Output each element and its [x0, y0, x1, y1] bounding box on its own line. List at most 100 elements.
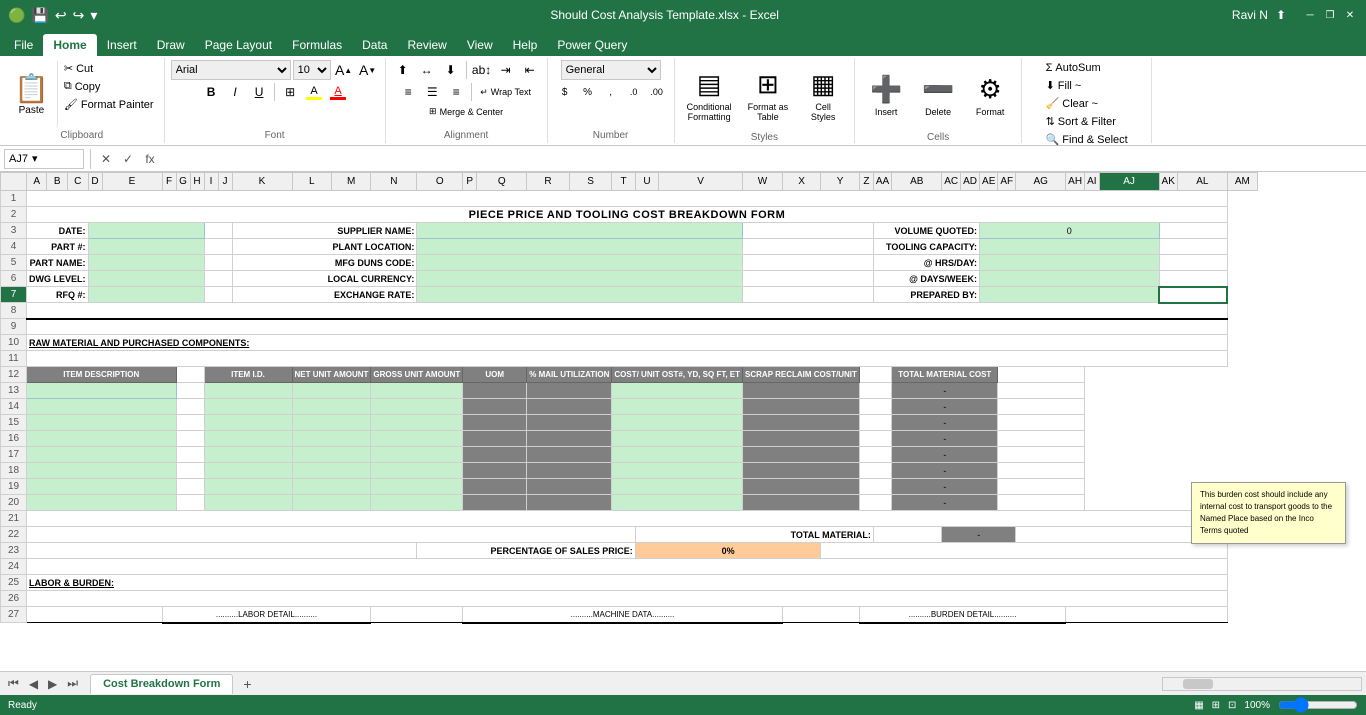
data-total-20[interactable]: -	[892, 495, 998, 511]
data-uom-15[interactable]	[463, 415, 527, 431]
undo-icon[interactable]: ↩	[55, 7, 67, 24]
increase-font-button[interactable]: A▲	[333, 60, 355, 80]
fill-button[interactable]: ⬇ Fill ~	[1042, 77, 1086, 94]
currency-input[interactable]	[417, 271, 743, 287]
tab-home[interactable]: Home	[43, 34, 96, 56]
data-scrap-13[interactable]	[743, 383, 860, 399]
align-middle-button[interactable]: ↔	[416, 60, 438, 80]
hrs-input[interactable]	[980, 255, 1159, 271]
name-box-dropdown-icon[interactable]: ▾	[32, 152, 38, 165]
data-gross-16[interactable]	[371, 431, 463, 447]
data-uom-19[interactable]	[463, 479, 527, 495]
data-total-15[interactable]: -	[892, 415, 998, 431]
decimal-increase-button[interactable]: .0	[623, 82, 645, 102]
data-total-17[interactable]: -	[892, 447, 998, 463]
data-total-14[interactable]: -	[892, 399, 998, 415]
selected-cell-aj7[interactable]	[1159, 287, 1227, 303]
align-right-button[interactable]: ≡	[445, 82, 467, 102]
align-left-button[interactable]: ≡	[397, 82, 419, 102]
name-box[interactable]: AJ7 ▾	[4, 149, 84, 169]
cell-r1[interactable]	[27, 191, 1228, 207]
tab-file[interactable]: File	[4, 34, 43, 56]
data-cost-15[interactable]	[612, 415, 743, 431]
customize-icon[interactable]: ▾	[90, 7, 97, 24]
data-cost-17[interactable]	[612, 447, 743, 463]
indent-increase-button[interactable]: ⇥	[495, 60, 517, 80]
number-format-select[interactable]: General	[561, 60, 661, 80]
data-gross-17[interactable]	[371, 447, 463, 463]
data-id-13[interactable]	[204, 383, 292, 399]
data-mail-20[interactable]	[527, 495, 612, 511]
data-mail-18[interactable]	[527, 463, 612, 479]
data-total-19[interactable]: -	[892, 479, 998, 495]
insert-function-icon[interactable]: fx	[141, 150, 159, 168]
text-direction-button[interactable]: ab↕	[471, 60, 493, 80]
data-mail-16[interactable]	[527, 431, 612, 447]
paste-button[interactable]: 📋 Paste	[6, 60, 58, 128]
data-scrap-14[interactable]	[743, 399, 860, 415]
data-desc-20[interactable]	[27, 495, 177, 511]
cell-title[interactable]: PIECE PRICE AND TOOLING COST BREAKDOWN F…	[27, 207, 1228, 223]
data-desc-15[interactable]	[27, 415, 177, 431]
h-scroll-thumb[interactable]	[1183, 679, 1213, 689]
data-mail-17[interactable]	[527, 447, 612, 463]
data-scrap-18[interactable]	[743, 463, 860, 479]
format-cells-button[interactable]: ⚙ Format	[965, 60, 1015, 130]
clear-button[interactable]: 🧹 Clear ~	[1042, 95, 1102, 112]
confirm-formula-icon[interactable]: ✓	[119, 150, 137, 168]
plant-input[interactable]	[417, 239, 743, 255]
insert-cells-button[interactable]: ➕ Insert	[861, 60, 911, 130]
data-desc-13[interactable]	[27, 383, 177, 399]
data-net-18[interactable]	[292, 463, 371, 479]
add-sheet-button[interactable]: +	[237, 674, 257, 694]
data-gross-15[interactable]	[371, 415, 463, 431]
prev-sheet-icon[interactable]: ◀	[25, 675, 42, 693]
data-mail-14[interactable]	[527, 399, 612, 415]
percent-button[interactable]: %	[577, 82, 599, 102]
data-cost-20[interactable]	[612, 495, 743, 511]
data-net-20[interactable]	[292, 495, 371, 511]
comma-button[interactable]: ,	[600, 82, 622, 102]
align-bottom-button[interactable]: ⬇	[440, 60, 462, 80]
view-normal-icon[interactable]: ▦	[1194, 700, 1203, 711]
underline-button[interactable]: U	[248, 82, 270, 102]
conditional-formatting-button[interactable]: ▤ ConditionalFormatting	[681, 60, 738, 130]
border-button[interactable]: ⊞	[279, 82, 301, 102]
tooling-input[interactable]	[980, 239, 1159, 255]
ribbon-collapse-icon[interactable]: ⬆	[1276, 8, 1286, 22]
tab-help[interactable]: Help	[503, 34, 548, 56]
indent-decrease-button[interactable]: ⇤	[519, 60, 541, 80]
data-cost-13[interactable]	[612, 383, 743, 399]
data-id-18[interactable]	[204, 463, 292, 479]
data-desc-17[interactable]	[27, 447, 177, 463]
date-input-cell[interactable]	[88, 223, 204, 239]
fill-color-button[interactable]: A	[303, 82, 325, 102]
data-mail-15[interactable]	[527, 415, 612, 431]
data-total-16[interactable]: -	[892, 431, 998, 447]
data-gross-19[interactable]	[371, 479, 463, 495]
data-uom-17[interactable]	[463, 447, 527, 463]
data-scrap-19[interactable]	[743, 479, 860, 495]
data-gross-13[interactable]	[371, 383, 463, 399]
data-scrap-17[interactable]	[743, 447, 860, 463]
redo-icon[interactable]: ↪	[73, 7, 85, 24]
data-cost-19[interactable]	[612, 479, 743, 495]
data-id-19[interactable]	[204, 479, 292, 495]
data-total-13[interactable]: -	[892, 383, 998, 399]
cut-button[interactable]: ✂ Cut	[60, 60, 158, 77]
pct-sales-value[interactable]: 0%	[635, 543, 821, 559]
bold-button[interactable]: B	[200, 82, 222, 102]
total-material-value[interactable]: -	[942, 527, 1016, 543]
data-uom-13[interactable]	[463, 383, 527, 399]
data-uom-16[interactable]	[463, 431, 527, 447]
wrap-text-button[interactable]: ↵ Wrap Text	[476, 85, 535, 100]
tab-insert[interactable]: Insert	[97, 34, 147, 56]
align-top-button[interactable]: ⬆	[392, 60, 414, 80]
view-break-icon[interactable]: ⊡	[1228, 700, 1236, 711]
tab-data[interactable]: Data	[352, 34, 397, 56]
tab-formulas[interactable]: Formulas	[282, 34, 352, 56]
font-size-select[interactable]: 10	[293, 60, 331, 80]
dwg-input[interactable]	[88, 271, 204, 287]
data-cost-14[interactable]	[612, 399, 743, 415]
copy-button[interactable]: ⧉ Copy	[60, 78, 158, 95]
